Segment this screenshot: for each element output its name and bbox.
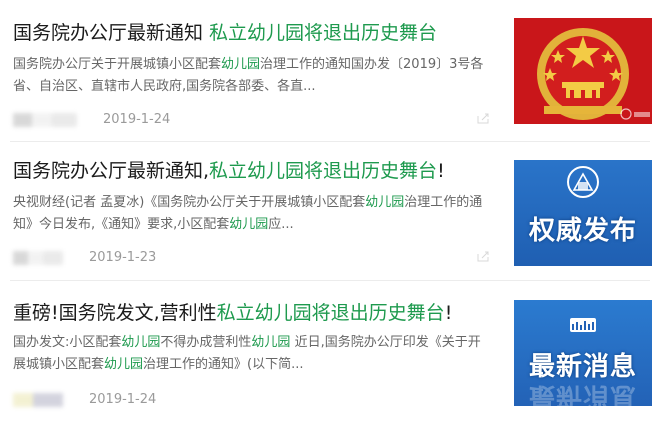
result-snippet[interactable]: 国务院办公厅关于开展城镇小区配套幼儿园治理工作的通知国办发〔2019〕3号各省、…	[13, 54, 493, 98]
share-icon[interactable]	[476, 251, 490, 263]
search-result-2[interactable]: 国务院办公厅最新通知,私立幼儿园将退出历史舞台! 央视财经(记者 孟夏冰)《国务…	[0, 142, 660, 278]
result-thumbnail[interactable]: 最新消息 最新消息	[514, 300, 652, 406]
title-highlight: 私立幼儿园将退出历史舞台	[209, 22, 438, 44]
share-icon[interactable]	[476, 113, 490, 125]
result-title[interactable]: 国务院办公厅最新通知 私立幼儿园将退出历史舞台	[13, 20, 493, 46]
search-result-1[interactable]: 国务院办公厅最新通知 私立幼儿园将退出历史舞台 国务院办公厅关于开展城镇小区配套…	[0, 0, 660, 140]
result-title[interactable]: 国务院办公厅最新通知,私立幼儿园将退出历史舞台!	[13, 158, 493, 184]
thumbnail-caption-reflection: 最新消息	[528, 381, 637, 406]
result-snippet[interactable]: 央视财经(记者 孟夏冰)《国务院办公厅关于开展城镇小区配套幼儿园治理工作的通知》…	[13, 192, 493, 236]
source-blurred	[13, 251, 63, 265]
result-thumbnail[interactable]	[514, 18, 652, 124]
result-snippet[interactable]: 国办发文:小区配套幼儿园不得办成营利性幼儿园 近日,国务院办公厅印发《关于开展城…	[13, 332, 493, 376]
result-meta: 2019-1-24	[13, 392, 493, 408]
title-highlight: 私立幼儿园将退出历史舞台	[216, 302, 445, 324]
result-date: 2019-1-24	[103, 112, 171, 127]
national-emblem-icon	[514, 18, 652, 124]
result-title[interactable]: 重磅!国务院发文,营利性私立幼儿园将退出历史舞台!	[13, 300, 493, 326]
thumbnail-caption: 最新消息	[528, 352, 637, 382]
source-blurred	[13, 113, 77, 127]
result-date: 2019-1-24	[89, 392, 157, 407]
result-thumbnail[interactable]: 权威发布	[514, 160, 652, 266]
divider	[10, 280, 650, 281]
thumbnail-caption: 权威发布	[528, 216, 637, 246]
result-meta: 2019-1-23	[13, 250, 493, 266]
result-date: 2019-1-23	[89, 250, 157, 265]
search-result-3[interactable]: 重磅!国务院发文,营利性私立幼儿园将退出历史舞台! 国办发文:小区配套幼儿园不得…	[0, 282, 660, 426]
title-highlight: 私立幼儿园将退出历史舞台	[209, 160, 438, 182]
result-meta: 2019-1-24	[13, 112, 493, 128]
source-blurred	[13, 393, 63, 407]
